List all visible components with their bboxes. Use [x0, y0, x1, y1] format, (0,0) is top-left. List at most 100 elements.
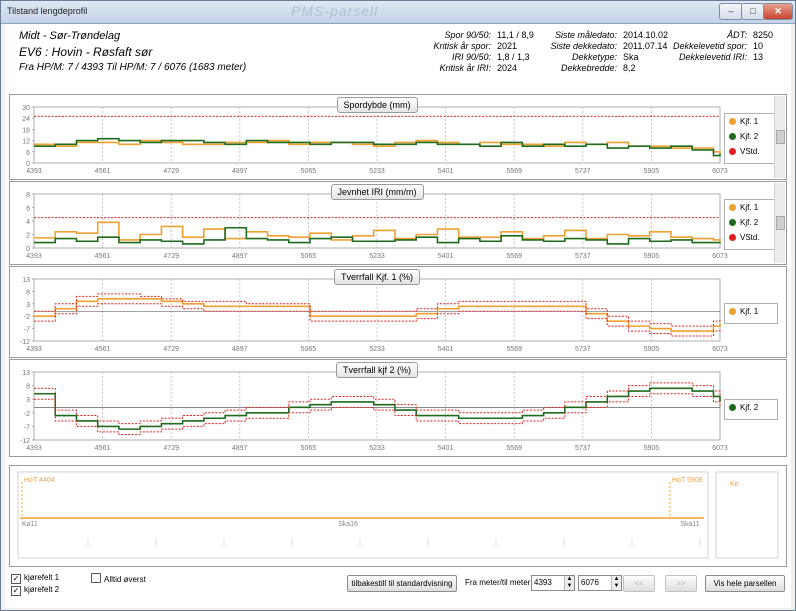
legend-color-dot: [729, 307, 736, 315]
x-tick-label: 5065: [301, 168, 317, 175]
stat-value: 2014.10.02: [623, 30, 669, 40]
legend-item: Kjf. 2: [729, 218, 758, 227]
surface-type-label: Ska16: [338, 521, 358, 528]
y-tick-label: 13: [22, 277, 30, 284]
legend-color-dot: [729, 117, 736, 125]
x-tick-label: 4393: [26, 168, 42, 175]
maximize-button[interactable]: □: [741, 3, 765, 20]
surface-panel: HoT 4404 HoT 5908 Kit Ka11 Ska16 Ska11: [9, 465, 787, 567]
chart-legend: Kjf. 1 Kjf. 2 VStd.: [724, 112, 778, 164]
x-tick-label: 5737: [575, 346, 591, 353]
x-tick-label: 5065: [301, 346, 317, 353]
stat-value: 2011.07.14: [623, 41, 668, 51]
kjf2-checkbox[interactable]: ✓ kjørefelt 2: [11, 585, 59, 596]
legend-label: Kjf. 1: [740, 116, 759, 126]
marker-left-label: HoT 4404: [24, 477, 55, 484]
x-tick-label: 5737: [575, 253, 591, 260]
legend-color-dot: [729, 147, 736, 155]
y-tick-label: -12: [20, 339, 30, 346]
title-bar: Tilstand lengdeprofil PMS-parsell – □ ✕: [1, 1, 795, 24]
y-tick-label: 12: [22, 139, 30, 146]
y-tick-label: 6: [26, 206, 30, 213]
chart-legend: Kjf. 2: [724, 398, 778, 420]
to-meter-spin-arrows[interactable]: ▲ ▼: [611, 576, 621, 590]
stat-value: 11,1 / 8,9: [497, 30, 534, 40]
scrollbar-thumb[interactable]: [776, 130, 785, 144]
y-tick-label: 8: [26, 384, 30, 391]
legend-label: Kjf. 2: [740, 131, 759, 141]
stat-key: Dekkebredde:: [560, 63, 617, 73]
stat-key: Spor 90/50:: [444, 30, 491, 40]
x-tick-label: 4897: [232, 445, 248, 452]
legend-color-dot: [729, 218, 736, 226]
x-tick-label: 5233: [369, 346, 385, 353]
legend-label: Kjf. 2: [740, 402, 759, 412]
x-tick-label: 6073: [712, 168, 728, 175]
x-tick-label: 5737: [575, 168, 591, 175]
always-top-label: Alltid øverst: [104, 575, 146, 584]
legend-color-dot: [729, 203, 736, 211]
kjf1-checkbox[interactable]: ✓ kjørefelt 1: [11, 573, 59, 584]
main-window: Tilstand lengdeprofil PMS-parsell – □ ✕ …: [0, 0, 796, 611]
close-button[interactable]: ✕: [763, 3, 793, 20]
chart-title: Spordybde (mm): [336, 97, 418, 113]
road-label: EV6 : Hovin - Røsfaft sør: [19, 45, 153, 59]
y-tick-label: 6: [26, 150, 30, 157]
stat-value: 1,8 / 1,3: [497, 52, 530, 62]
x-tick-label: 5569: [506, 253, 522, 260]
legend-item: Kjf. 2: [729, 403, 758, 412]
surface-type-label: Ka11: [22, 521, 38, 528]
x-tick-label: 5401: [438, 253, 454, 260]
scrollbar-thumb[interactable]: [776, 216, 785, 230]
y-tick-label: -2: [24, 314, 30, 321]
vertical-scrollbar[interactable]: [774, 96, 785, 178]
legend-item: Kjf. 1: [729, 203, 758, 212]
x-tick-label: 5065: [301, 445, 317, 452]
legend-item: VStd.: [729, 147, 760, 156]
from-meter-value: 4393: [534, 578, 552, 587]
window-ghost-title: PMS-parsell: [291, 3, 379, 19]
legend-item: Kjf. 1: [729, 307, 758, 316]
next-button[interactable]: >>: [665, 575, 697, 592]
kit-label: Kit: [730, 481, 738, 488]
y-tick-label: -7: [24, 424, 30, 431]
stat-key: Kritisk år IRI:: [439, 63, 491, 73]
x-tick-label: 4897: [232, 168, 248, 175]
stat-value: 8250: [753, 30, 774, 40]
stat-value: Ska: [623, 52, 639, 62]
legend-color-dot: [729, 233, 736, 241]
marker-right-label: HoT 5908: [672, 477, 703, 484]
surface-svg: HoT 4404 HoT 5908 Kit Ka11 Ska16 Ska11: [17, 471, 779, 559]
reset-view-button[interactable]: tilbakestill til standardvisning: [347, 575, 457, 592]
legend-color-dot: [729, 132, 736, 140]
from-meter-input[interactable]: 4393 ▲ ▼: [531, 575, 575, 591]
to-meter-value: 6076: [581, 578, 599, 587]
legend-label: Kjf. 1: [740, 202, 759, 212]
stat-value: 10: [753, 41, 764, 51]
x-tick-label: 5233: [369, 445, 385, 452]
footer-bar: ✓ kjørefelt 1 ✓ kjørefelt 2 Alltid øverst …: [5, 569, 791, 607]
x-tick-label: 4561: [95, 445, 111, 452]
window-title: Tilstand lengdeprofil: [7, 6, 88, 16]
to-meter-input[interactable]: 6076 ▲ ▼: [578, 575, 622, 591]
x-tick-label: 4393: [26, 253, 42, 260]
x-tick-label: 4393: [26, 445, 42, 452]
legend-item: Kjf. 2: [729, 132, 758, 141]
show-all-button[interactable]: Vis hele parsellen: [705, 575, 785, 592]
x-tick-label: 5905: [644, 445, 660, 452]
x-tick-label: 5065: [301, 253, 317, 260]
always-top-checkbox[interactable]: Alltid øverst: [91, 573, 146, 584]
from-meter-spin-arrows[interactable]: ▲ ▼: [564, 576, 574, 590]
y-tick-label: -7: [24, 327, 30, 334]
chart-legend: Kjf. 1 Kjf. 2 VStd.: [724, 198, 778, 250]
vertical-scrollbar[interactable]: [774, 183, 785, 263]
minimize-button[interactable]: –: [719, 3, 743, 20]
surface-plot-area: [17, 471, 709, 559]
x-tick-label: 5905: [644, 253, 660, 260]
chart-panel-crossfall-1: 4393 4561 4729 4897 5065 5233 5401 5569 5737 5905…: [9, 266, 787, 358]
prev-button[interactable]: <<: [623, 575, 655, 592]
range-label: Fra HP/M: 7 / 4393 Til HP/M: 7 / 6076 (1…: [19, 62, 247, 73]
stat-value: 8,2: [623, 63, 636, 73]
x-tick-label: 5905: [644, 346, 660, 353]
x-tick-label: 5569: [506, 168, 522, 175]
